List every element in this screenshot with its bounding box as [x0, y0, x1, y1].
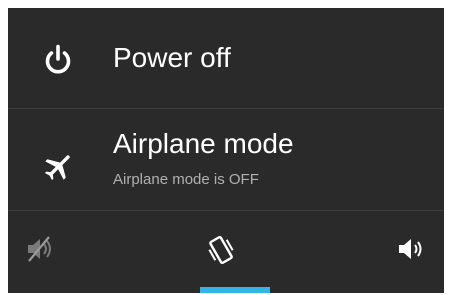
power-off-label: Power off [113, 42, 231, 73]
vibrate-mode-button[interactable] [188, 229, 252, 269]
airplane-mode-label: Airplane mode [113, 128, 294, 159]
selected-mode-indicator [200, 287, 270, 293]
airplane-mode-status: Airplane mode is OFF [113, 171, 259, 188]
sound-on-mode-button[interactable] [380, 229, 444, 269]
silent-mode-button[interactable] [8, 229, 72, 269]
sound-off-icon [28, 236, 51, 262]
global-actions-dialog: Power off Airplane mode Airplane mode is… [8, 8, 444, 293]
airplane-icon [40, 149, 76, 185]
sound-on-icon [399, 239, 422, 259]
vibrate-icon [208, 235, 234, 265]
ringer-mode-bar [8, 211, 444, 293]
airplane-mode-item[interactable]: Airplane mode Airplane mode is OFF [8, 109, 444, 210]
power-off-item[interactable]: Power off [8, 8, 444, 108]
power-icon [40, 42, 76, 78]
